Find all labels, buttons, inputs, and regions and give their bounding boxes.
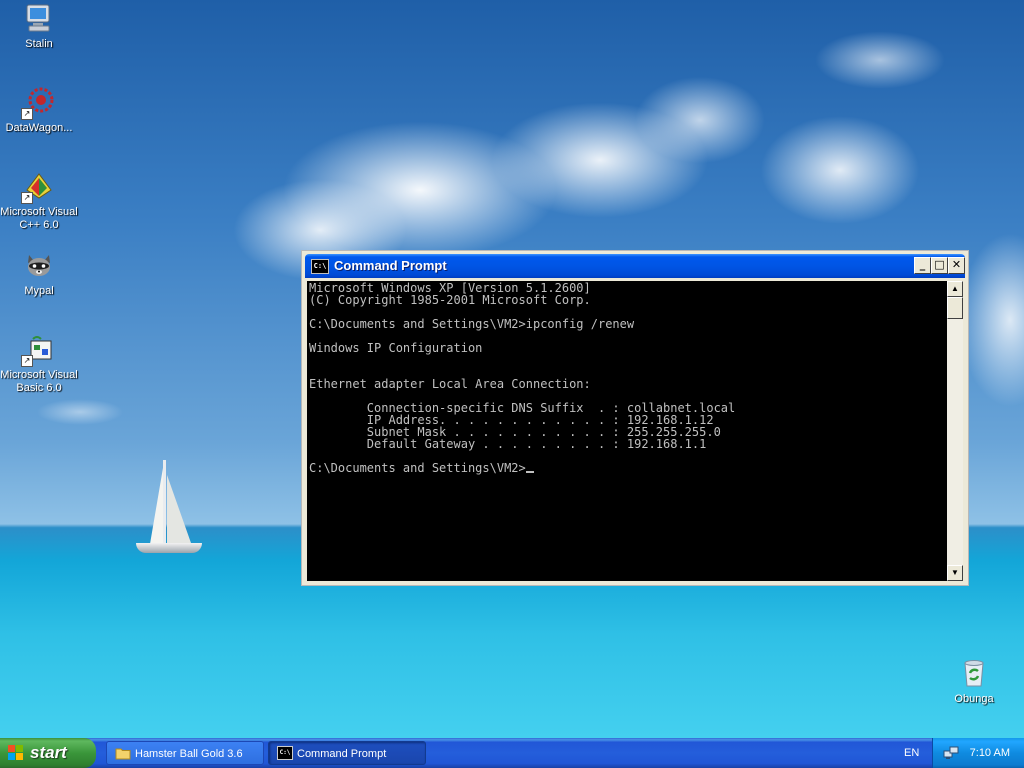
desktop-icon-label: Microsoft Visual Basic 6.0 [0, 369, 78, 394]
shortcut-arrow-icon: ↗ [21, 108, 33, 120]
console-line: C:\Documents and Settings\VM2>ipconfig /… [309, 317, 635, 331]
console-line: Default Gateway . . . . . . . . . : 192.… [309, 437, 707, 451]
cmd-icon: C:\ [311, 259, 329, 274]
taskbar-button-hamster-ball[interactable]: Hamster Ball Gold 3.6 [106, 741, 264, 765]
desktop-icon-label: Microsoft Visual C++ 6.0 [0, 206, 78, 231]
console-output[interactable]: Microsoft Windows XP [Version 5.1.2600] … [307, 281, 947, 581]
desktop-icon-label: Obunga [954, 693, 994, 705]
scroll-thumb[interactable] [947, 297, 963, 319]
desktop-icon-label: DataWagon... [5, 122, 73, 134]
taskbar-button-label: Hamster Ball Gold 3.6 [135, 748, 243, 760]
sailboat-mast [163, 460, 166, 550]
network-icon[interactable] [943, 745, 959, 761]
console-line: (C) Copyright 1985-2001 Microsoft Corp. [309, 293, 591, 307]
command-prompt-window[interactable]: C:\ Command Prompt _ □ ✕ Microsoft Windo… [301, 250, 969, 586]
shortcut-arrow-icon: ↗ [21, 355, 33, 367]
sailboat-sail [150, 462, 164, 544]
cmd-icon: C:\ [277, 746, 293, 760]
console-line: Ethernet adapter Local Area Connection: [309, 377, 591, 391]
window-titlebar[interactable]: C:\ Command Prompt _ □ ✕ [305, 254, 965, 278]
computer-icon [23, 2, 55, 34]
desktop-icon-obunga[interactable]: Obunga [934, 657, 1014, 706]
close-button[interactable]: ✕ [948, 257, 965, 274]
language-indicator[interactable]: EN [904, 738, 919, 768]
visual-basic-icon: ↗ [21, 333, 55, 367]
start-button[interactable]: start [0, 738, 96, 768]
desktop-icon-visual-basic[interactable]: ↗ Microsoft Visual Basic 6.0 [0, 333, 79, 395]
scroll-down-button[interactable]: ▼ [947, 565, 963, 581]
system-tray: 7:10 AM [932, 738, 1024, 768]
desktop-icon-label: Stalin [25, 38, 53, 50]
minimize-button[interactable]: _ [914, 257, 931, 274]
shortcut-arrow-icon: ↗ [21, 192, 33, 204]
console-prompt-line[interactable]: C:\Documents and Settings\VM2> [309, 462, 945, 474]
window-title: Command Prompt [334, 258, 447, 273]
recycle-bin-icon [958, 657, 990, 689]
windows-logo-icon [8, 745, 24, 761]
desktop-icon-label: Mypal [24, 285, 54, 297]
sailboat-hull [136, 543, 202, 553]
taskbar: start Hamster Ball Gold 3.6 C:\ Command … [0, 738, 1024, 768]
start-label: start [30, 743, 67, 762]
scroll-up-button[interactable]: ▲ [947, 281, 963, 297]
visual-cpp-icon: ↗ [21, 170, 55, 204]
console-line: Windows IP Configuration [309, 341, 483, 355]
vertical-scrollbar[interactable]: ▲ ▼ [947, 281, 963, 581]
desktop-icon-datawagon[interactable]: ↗ DataWagon... [0, 86, 79, 135]
datawagon-icon: ↗ [21, 86, 55, 120]
desktop-icon-visual-cpp[interactable]: ↗ Microsoft Visual C++ 6.0 [0, 170, 79, 232]
clock[interactable]: 7:10 AM [970, 738, 1010, 768]
desktop-icon-stalin[interactable]: Stalin [0, 2, 79, 51]
maximize-button[interactable]: □ [931, 257, 948, 274]
folder-icon [115, 748, 131, 760]
taskbar-button-label: Command Prompt [297, 748, 387, 760]
console-prompt: C:\Documents and Settings\VM2> [309, 461, 526, 475]
sailboat-jib [167, 475, 191, 543]
taskbar-button-command-prompt[interactable]: C:\ Command Prompt [268, 741, 426, 765]
desktop-icon-mypal[interactable]: Mypal [0, 249, 79, 298]
mypal-raccoon-icon [23, 249, 55, 281]
text-cursor [525, 471, 534, 473]
